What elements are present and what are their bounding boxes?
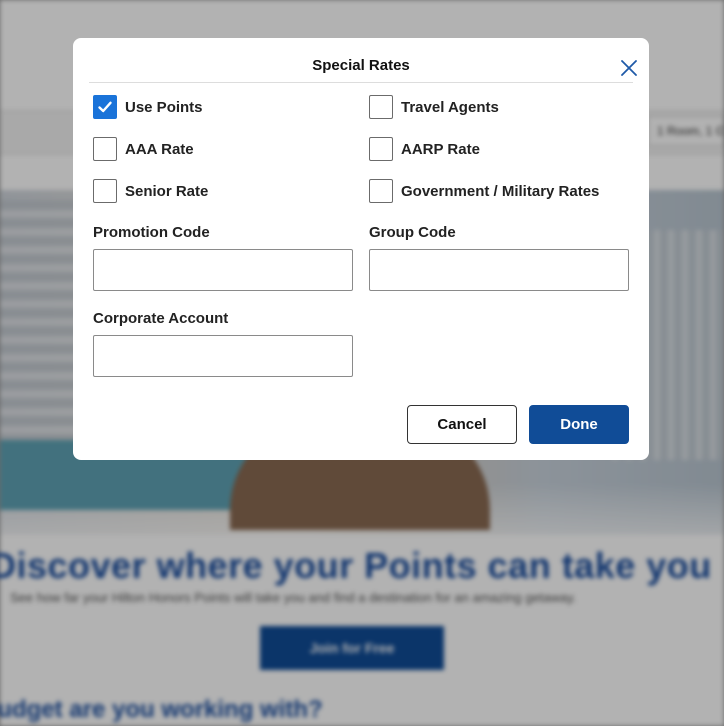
travel-agents-label[interactable]: Travel Agents [401, 99, 499, 116]
special-rates-dialog: Special Rates Use Points Travel Agents A… [73, 38, 649, 460]
dialog-header: Special Rates [89, 38, 637, 83]
group-code-input[interactable] [369, 249, 629, 291]
checkbox-aarp-rate[interactable]: AARP Rate [369, 136, 480, 162]
use-points-label[interactable]: Use Points [125, 99, 203, 116]
checkbox-government-military[interactable]: Government / Military Rates [369, 178, 599, 204]
checkbox-senior-rate[interactable]: Senior Rate [93, 178, 208, 204]
senior-rate-checkbox[interactable] [93, 179, 117, 203]
travel-agents-checkbox[interactable] [369, 95, 393, 119]
corporate-account-input[interactable] [93, 335, 353, 377]
done-button[interactable]: Done [529, 405, 629, 444]
close-icon [621, 60, 637, 76]
promotion-code-label: Promotion Code [93, 224, 210, 241]
aarp-rate-label[interactable]: AARP Rate [401, 141, 480, 158]
corporate-account-label: Corporate Account [93, 310, 229, 327]
aaa-rate-label[interactable]: AAA Rate [125, 141, 194, 158]
senior-rate-label[interactable]: Senior Rate [125, 183, 208, 200]
group-code-label: Group Code [369, 224, 456, 241]
promotion-code-input[interactable] [93, 249, 353, 291]
government-military-label[interactable]: Government / Military Rates [401, 183, 599, 200]
use-points-checkbox[interactable] [93, 95, 117, 119]
checkbox-use-points[interactable]: Use Points [93, 94, 203, 120]
government-military-checkbox[interactable] [369, 179, 393, 203]
aaa-rate-checkbox[interactable] [93, 137, 117, 161]
close-button[interactable] [619, 58, 639, 78]
checkbox-aaa-rate[interactable]: AAA Rate [93, 136, 194, 162]
cancel-button[interactable]: Cancel [407, 405, 517, 444]
aarp-rate-checkbox[interactable] [369, 137, 393, 161]
checkmark-icon [98, 101, 112, 113]
dialog-title: Special Rates [312, 57, 410, 74]
checkbox-travel-agents[interactable]: Travel Agents [369, 94, 499, 120]
